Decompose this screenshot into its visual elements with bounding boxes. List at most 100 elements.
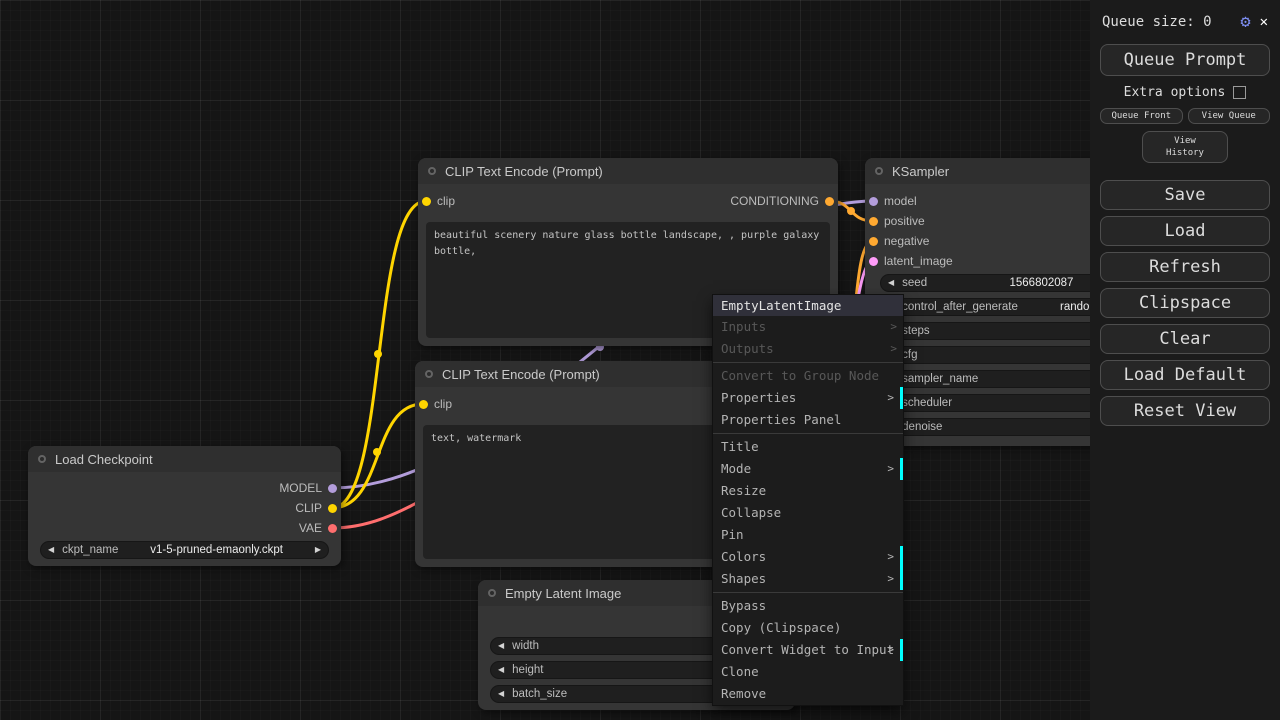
clear-button[interactable]: Clear (1100, 324, 1270, 355)
decrement-arrow-icon[interactable]: ◀ (498, 666, 504, 674)
slot-dot-clip[interactable] (419, 399, 428, 409)
menu-item-pin[interactable]: Pin (713, 524, 903, 546)
menu-separator (713, 362, 903, 363)
slot-dot-model[interactable] (869, 196, 878, 206)
input-slot-negative[interactable]: negative (869, 232, 929, 250)
collapse-dot-icon[interactable] (38, 455, 46, 463)
menu-item-outputs: Outputs (713, 338, 903, 360)
view-history-button[interactable]: View History (1142, 131, 1228, 164)
collapse-dot-icon[interactable] (875, 167, 883, 175)
input-slot-positive[interactable]: positive (869, 212, 925, 230)
menu-item-title[interactable]: Title (713, 436, 903, 458)
slot-label: clip (437, 194, 456, 208)
widget-label: scheduler (902, 397, 953, 409)
menu-item-remove[interactable]: Remove (713, 683, 903, 705)
menu-separator (713, 433, 903, 434)
load-button[interactable]: Load (1100, 216, 1270, 247)
widget-label: height (512, 664, 544, 676)
link-midpoint-dot (847, 207, 855, 215)
collapse-dot-icon[interactable] (425, 370, 433, 378)
widget-label: ckpt_name (62, 544, 119, 556)
menu-item-resize[interactable]: Resize (713, 480, 903, 502)
view-queue-button[interactable]: View Queue (1187, 108, 1270, 124)
widget-value: v1-5-pruned-emaonly.ckpt (150, 544, 283, 556)
menu-item-colors[interactable]: Colors (713, 546, 903, 568)
slot-dot-clip[interactable] (422, 196, 431, 206)
slot-dot-latent[interactable] (869, 256, 878, 266)
node-title-bar[interactable]: Load Checkpoint (28, 446, 341, 472)
widget-label: cfg (902, 349, 918, 361)
increment-arrow-icon[interactable]: ▶ (315, 546, 321, 554)
output-slot-conditioning[interactable]: CONDITIONING (730, 192, 834, 210)
close-icon[interactable]: ✕ (1260, 14, 1268, 30)
slot-dot-model[interactable] (328, 483, 337, 493)
output-slot-model[interactable]: MODEL (279, 479, 337, 497)
widget-label: seed (902, 277, 928, 289)
decrement-arrow-icon[interactable]: ◀ (888, 279, 894, 287)
slot-dot-conditioning[interactable] (825, 196, 834, 206)
menu-item-properties[interactable]: Properties (713, 387, 903, 409)
menu-item-mode[interactable]: Mode (713, 458, 903, 480)
widget-label: steps (902, 325, 930, 337)
node-title: KSampler (892, 163, 950, 179)
node-graph-canvas[interactable]: CLIP Text Encode (Prompt) clip CONDITION… (0, 0, 1280, 720)
menu-separator (713, 592, 903, 593)
input-slot-model[interactable]: model (869, 192, 917, 210)
slot-label: negative (884, 234, 930, 248)
input-slot-clip[interactable]: clip (419, 395, 452, 413)
input-slot-latent-image[interactable]: latent_image (869, 252, 953, 270)
widget-label: sampler_name (902, 373, 979, 385)
slot-label: VAE (298, 521, 322, 535)
input-slot-clip[interactable]: clip (422, 192, 455, 210)
save-button[interactable]: Save (1100, 180, 1270, 211)
menu-item-clone[interactable]: Clone (713, 661, 903, 683)
settings-gear-icon[interactable]: ⚙ (1240, 12, 1250, 32)
slot-dot-conditioning[interactable] (869, 216, 878, 226)
node-title: CLIP Text Encode (Prompt) (445, 163, 603, 179)
clipspace-button[interactable]: Clipspace (1100, 288, 1270, 319)
widget-label: width (512, 640, 540, 652)
widget-label: batch_size (512, 688, 568, 700)
menu-item-bypass[interactable]: Bypass (713, 595, 903, 617)
queue-front-button[interactable]: Queue Front (1100, 108, 1183, 124)
extra-options-checkbox[interactable] (1233, 86, 1247, 99)
node-title: Empty Latent Image (505, 585, 622, 601)
menu-item-inputs: Inputs (713, 316, 903, 338)
output-slot-clip[interactable]: CLIP (295, 499, 337, 517)
slot-label: positive (884, 214, 925, 228)
decrement-arrow-icon[interactable]: ◀ (498, 642, 504, 650)
menu-item-properties-panel[interactable]: Properties Panel (713, 409, 903, 431)
queue-size-label: Queue size: 0 (1102, 14, 1212, 30)
slot-dot-conditioning[interactable] (869, 236, 878, 246)
node-title-bar[interactable]: CLIP Text Encode (Prompt) (418, 158, 838, 184)
menu-item-convert-widget-to-input[interactable]: Convert Widget to Input (713, 639, 903, 661)
refresh-button[interactable]: Refresh (1100, 252, 1270, 283)
decrement-arrow-icon[interactable]: ◀ (48, 546, 54, 554)
node-title: CLIP Text Encode (Prompt) (442, 366, 600, 382)
node-load-checkpoint[interactable]: Load Checkpoint MODEL CLIP VAE ◀ ckpt_na… (28, 446, 341, 566)
slot-dot-clip[interactable] (328, 503, 337, 513)
reset-view-button[interactable]: Reset View (1100, 396, 1270, 427)
decrement-arrow-icon[interactable]: ◀ (498, 690, 504, 698)
menu-item-copy-clipspace[interactable]: Copy (Clipspace) (713, 617, 903, 639)
link-midpoint-dot (374, 350, 382, 358)
widget-label: denoise (902, 421, 943, 433)
slot-label: clip (434, 397, 453, 411)
widget-ckpt-name[interactable]: ◀ ckpt_name v1-5-pruned-emaonly.ckpt ▶ (40, 541, 329, 559)
slot-label: latent_image (884, 254, 953, 268)
queue-prompt-button[interactable]: Queue Prompt (1100, 44, 1270, 76)
menu-item-collapse[interactable]: Collapse (713, 502, 903, 524)
widget-label: control_after_generate (902, 301, 1018, 313)
collapse-dot-icon[interactable] (488, 589, 496, 597)
menu-item-shapes[interactable]: Shapes (713, 568, 903, 590)
output-slot-vae[interactable]: VAE (299, 519, 337, 537)
context-menu: EmptyLatentImage Inputs Outputs Convert … (712, 294, 904, 706)
collapse-dot-icon[interactable] (428, 167, 436, 175)
comfy-menu-panel: Queue size: 0 ⚙ ✕ Queue Prompt Extra opt… (1090, 0, 1280, 720)
slot-dot-vae[interactable] (328, 523, 337, 533)
node-title: Load Checkpoint (55, 451, 153, 467)
slot-label: CLIP (295, 501, 322, 515)
slot-label: MODEL (279, 481, 322, 495)
wire-clip-to-negative (330, 402, 425, 510)
load-default-button[interactable]: Load Default (1100, 360, 1270, 391)
